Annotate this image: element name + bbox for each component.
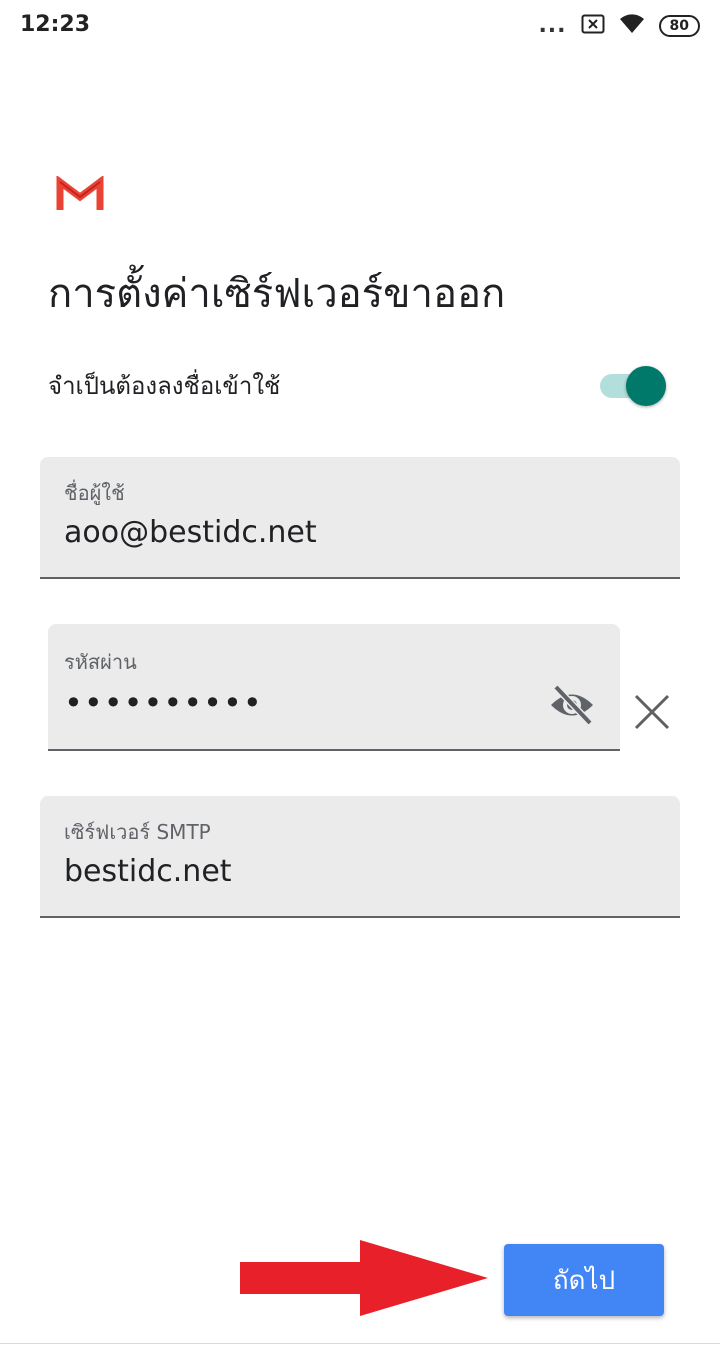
gmail-icon bbox=[56, 175, 104, 212]
status-bar: 12:23 ... 80 bbox=[0, 0, 720, 52]
bottom-divider bbox=[0, 1343, 720, 1344]
username-label: ชื่อผู้ใช้ bbox=[64, 481, 125, 505]
status-time: 12:23 bbox=[20, 12, 91, 37]
visibility-off-icon[interactable] bbox=[548, 683, 596, 727]
username-value[interactable]: aoo@bestidc.net bbox=[64, 515, 317, 550]
sign-in-required-label: จำเป็นต้องลงชื่อเข้าใช้ bbox=[48, 372, 281, 400]
password-field[interactable]: รหัสผ่าน •••••••••• bbox=[48, 624, 620, 751]
username-field[interactable]: ชื่อผู้ใช้ aoo@bestidc.net bbox=[40, 457, 680, 579]
no-sim-icon bbox=[581, 14, 605, 38]
page-title: การตั้งค่าเซิร์ฟเวอร์ขาออก bbox=[48, 271, 506, 317]
battery-icon: 80 bbox=[658, 15, 700, 37]
smtp-server-field[interactable]: เซิร์ฟเวอร์ SMTP bestidc.net bbox=[40, 796, 680, 918]
smtp-server-label: เซิร์ฟเวอร์ SMTP bbox=[64, 820, 211, 844]
wifi-icon bbox=[619, 14, 645, 38]
arrow-annotation bbox=[240, 1240, 488, 1316]
sign-in-required-toggle[interactable] bbox=[600, 366, 666, 406]
status-icons: ... 80 bbox=[538, 12, 700, 40]
more-notifications-icon: ... bbox=[538, 13, 567, 38]
toggle-thumb bbox=[626, 366, 666, 406]
password-value[interactable]: •••••••••• bbox=[64, 684, 263, 722]
password-label: รหัสผ่าน bbox=[64, 650, 137, 674]
smtp-server-value[interactable]: bestidc.net bbox=[64, 854, 232, 889]
next-button[interactable]: ถัดไป bbox=[504, 1244, 664, 1316]
close-icon[interactable] bbox=[632, 692, 672, 732]
